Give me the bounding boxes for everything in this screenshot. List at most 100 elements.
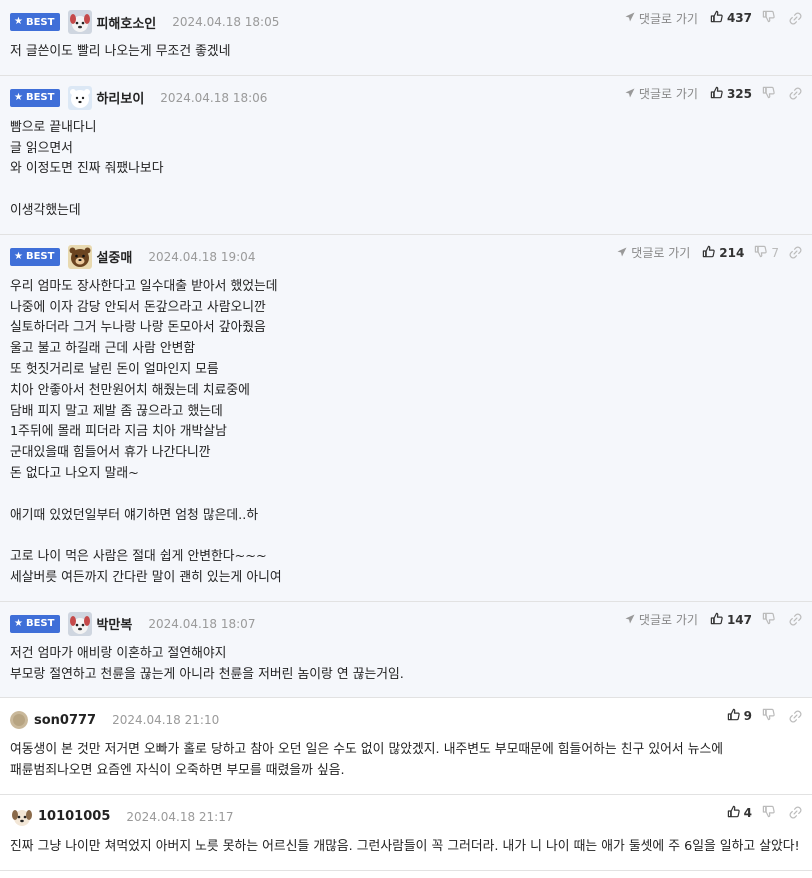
like-button[interactable]: 9	[727, 708, 752, 724]
like-count: 9	[743, 709, 752, 724]
comment-date: 2024.04.18 21:17	[126, 809, 234, 824]
comment-nickname[interactable]: 설중매	[96, 247, 132, 266]
go-to-reply-link[interactable]: 댓글로 가기	[625, 611, 698, 628]
go-to-reply-link[interactable]: 댓글로 가기	[625, 10, 698, 27]
go-to-reply-link[interactable]: 댓글로 가기	[625, 85, 698, 102]
comment-date: 2024.04.18 21:10	[112, 713, 220, 728]
best-label: BEST	[25, 251, 55, 263]
comment-item: son0777 2024.04.18 21:10 9 여동생이 본 것만 저거면 오빠…	[0, 698, 812, 795]
comment-line: 돈 없다고 나오지 말래~	[10, 465, 139, 481]
comment-body: 저 글쓴이도 빨리 나오는게 무조건 좋겠네	[10, 42, 802, 63]
polar-bear-avatar[interactable]	[68, 85, 93, 110]
like-button[interactable]: 437	[710, 10, 752, 26]
comment-item: ★ BEST 피해호소인 2024.04.18 18:05 댓글로 가기 437 저 글쓴이…	[0, 0, 812, 76]
best-badge: ★ BEST	[10, 13, 61, 31]
comment-actions: 9	[727, 708, 802, 724]
comment-actions: 댓글로 가기 325	[625, 86, 802, 102]
thumb-down-icon	[762, 10, 775, 26]
thumb-up-icon	[710, 10, 723, 26]
comment-line: 실토하더라 그거 누나랑 나랑 돈모아서 갚아줬음	[10, 320, 266, 336]
comment-nickname[interactable]: 하리보이	[96, 88, 144, 107]
comment-nickname[interactable]: 피해호소인	[96, 13, 156, 32]
link-icon[interactable]	[789, 806, 802, 819]
best-label: BEST	[25, 92, 55, 104]
comment-line: 치아 안좋아서 천만원어치 해줬는데 치료중에	[10, 382, 250, 398]
send-icon	[625, 11, 635, 25]
comment-line: 군대있을때 힘들어서 휴가 나간다니깐	[10, 445, 211, 461]
comment-line: 나중에 이자 감당 안되서 돈갚으라고 사람오니깐	[10, 299, 266, 315]
comment-header: 10101005 2024.04.18 21:17	[10, 804, 802, 829]
reply-link-label: 댓글로 가기	[631, 246, 691, 261]
comment-line: 이생각했는데	[10, 202, 81, 218]
comment-body: 진짜 그냥 나이만 쳐먹었지 아버지 노릇 못하는 어르신들 개많음. 그런사람…	[10, 837, 802, 858]
link-icon[interactable]	[789, 246, 802, 259]
send-icon	[617, 246, 627, 260]
comment-body: 여동생이 본 것만 저거면 오빠가 홀로 당하고 참아 오던 일은 수도 없이 …	[10, 740, 802, 782]
dislike-button[interactable]	[762, 708, 779, 724]
comment-date: 2024.04.18 18:05	[172, 15, 280, 29]
reply-link-label: 댓글로 가기	[638, 87, 698, 102]
round-avatar[interactable]	[10, 711, 28, 730]
comment-body: 우리 엄마도 장사한다고 일수대출 받아서 했었는데나중에 이자 감당 안되서 …	[10, 277, 802, 589]
thumb-down-icon	[754, 245, 768, 261]
thumb-up-icon	[727, 708, 740, 724]
thumb-up-icon	[727, 805, 740, 821]
like-count: 4	[743, 805, 752, 820]
comment-nickname[interactable]: 박만복	[96, 614, 132, 633]
reply-link-label: 댓글로 가기	[638, 11, 698, 26]
thumb-up-icon	[710, 86, 723, 102]
comment-line: 저건 엄마가 애비랑 이혼하고 절연해야지	[10, 645, 227, 661]
comment-nickname[interactable]: son0777	[34, 713, 96, 728]
comment-line: 우리 엄마도 장사한다고 일수대출 받아서 했었는데	[10, 278, 278, 294]
dislike-button[interactable]	[762, 612, 779, 628]
comment-line: 글 읽으면서	[10, 140, 73, 156]
link-icon[interactable]	[789, 613, 802, 626]
star-icon: ★	[14, 250, 23, 262]
like-button[interactable]: 147	[710, 612, 752, 628]
link-icon[interactable]	[789, 710, 802, 723]
go-to-reply-link[interactable]: 댓글로 가기	[617, 244, 690, 261]
dislike-button[interactable]	[762, 805, 779, 821]
like-button[interactable]: 214	[702, 245, 744, 261]
dog-face-avatar[interactable]	[10, 804, 34, 829]
dislike-button[interactable]	[762, 10, 779, 26]
thumb-down-icon	[762, 708, 775, 724]
comment-date: 2024.04.18 18:07	[148, 616, 256, 631]
best-badge: ★ BEST	[10, 88, 61, 107]
comment-item: 10101005 2024.04.18 21:17 4 진짜 그냥 나이만 쳐먹었지 …	[0, 794, 812, 871]
comment-item: ★ BEST 박만복 2024.04.18 18:07 댓글로 가기 147 저건 엄마가 …	[0, 601, 812, 699]
best-label: BEST	[25, 16, 55, 28]
comment-line: 애기때 있었던일부터 얘기하면 엄청 많은데..하	[10, 507, 259, 523]
like-count: 325	[726, 86, 752, 101]
like-button[interactable]: 4	[727, 805, 752, 821]
comment-line: 와 이정도면 진짜 줘팼나보다	[10, 161, 164, 177]
comment-body: 저건 엄마가 애비랑 이혼하고 절연해야지부모랑 절연하고 천륜을 끊는게 아니…	[10, 644, 802, 686]
send-icon	[625, 87, 635, 101]
comment-line: 빰으로 끝내다니	[10, 119, 97, 135]
comment-date: 2024.04.18 18:06	[160, 90, 268, 105]
comment-line: 부모랑 절연하고 천륜을 끊는게 아니라 천륜을 저버린 놈이랑 연 끊는거임.	[10, 666, 404, 682]
comment-nickname[interactable]: 10101005	[38, 809, 110, 824]
best-badge: ★ BEST	[10, 247, 61, 266]
star-icon: ★	[14, 91, 23, 103]
best-badge: ★ BEST	[10, 614, 61, 633]
puppy-avatar[interactable]	[68, 611, 93, 636]
bear-avatar[interactable]	[68, 244, 93, 269]
comment-line	[10, 485, 802, 506]
like-count: 437	[726, 11, 752, 25]
puppy-avatar[interactable]	[68, 10, 93, 34]
comment-line: 여동생이 본 것만 저거면 오빠가 홀로 당하고 참아 오던 일은 수도 없이 …	[10, 742, 728, 779]
reply-link-label: 댓글로 가기	[638, 613, 698, 628]
thumb-up-icon	[710, 612, 723, 628]
link-icon[interactable]	[789, 87, 802, 100]
like-button[interactable]: 325	[710, 86, 752, 102]
comment-actions: 댓글로 가기 214 7	[617, 245, 802, 261]
thumb-down-icon	[762, 612, 775, 628]
dislike-button[interactable]	[762, 86, 779, 102]
send-icon	[625, 613, 635, 627]
comment-header: son0777 2024.04.18 21:10	[10, 708, 802, 732]
comment-line	[10, 180, 802, 201]
comment-line: 또 헛짓거리로 날린 돈이 얼마인지 모름	[10, 361, 219, 377]
dislike-button[interactable]: 7	[754, 245, 779, 261]
link-icon[interactable]	[789, 11, 802, 25]
